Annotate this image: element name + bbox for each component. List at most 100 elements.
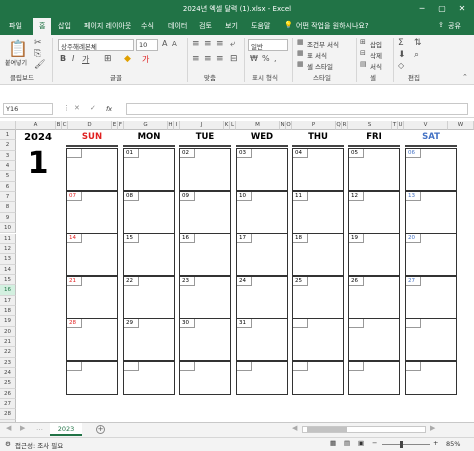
formula-input[interactable] (126, 103, 468, 115)
row-header[interactable]: 24 (0, 368, 16, 379)
conditional-format-button[interactable]: 조건부 서식 (307, 39, 339, 49)
column-header[interactable]: A (16, 121, 56, 130)
tab-review[interactable]: 검토 (199, 21, 212, 31)
number-format-select[interactable]: 일반 (248, 39, 288, 51)
row-header[interactable]: 16 (0, 285, 16, 296)
calendar-day-cell[interactable]: 21 (66, 275, 118, 319)
minimize-button[interactable]: ─ (412, 2, 432, 15)
row-header[interactable]: 3 (0, 150, 16, 162)
row-header[interactable]: 4 (0, 161, 16, 172)
find-select-icon[interactable]: ⌕ (414, 50, 419, 60)
calendar-day-cell[interactable] (405, 360, 457, 395)
calendar-day-cell[interactable] (66, 148, 118, 191)
row-header[interactable]: 23 (0, 357, 16, 369)
row-header[interactable]: 19 (0, 316, 16, 327)
paste-icon[interactable]: 📋 (8, 39, 28, 58)
calendar-day-cell[interactable]: 01 (123, 148, 175, 191)
fill-color-icon[interactable]: ◆ (124, 54, 131, 64)
share-button[interactable]: 공유 (448, 21, 461, 31)
column-header[interactable]: J (180, 121, 224, 130)
sheet-tab-2023[interactable]: 2023 (50, 423, 82, 436)
column-header[interactable]: M (236, 121, 280, 130)
fill-icon[interactable]: ⬇ (398, 50, 406, 60)
calendar-day-cell[interactable]: 22 (123, 275, 175, 319)
italic-icon[interactable]: I (72, 54, 74, 63)
percent-icon[interactable]: % (262, 54, 270, 63)
row-header[interactable]: 11 (0, 233, 16, 244)
calendar-day-cell[interactable]: 24 (236, 275, 288, 319)
bold-icon[interactable]: B (60, 54, 66, 63)
calendar-day-cell[interactable]: 27 (405, 275, 457, 319)
add-sheet-button[interactable]: + (96, 425, 105, 434)
row-header[interactable]: 1 (0, 130, 16, 141)
table-format-button[interactable]: 표 서식 (307, 50, 327, 60)
tell-me-search[interactable]: 어떤 작업을 원하시나요? (296, 21, 369, 31)
row-header[interactable]: 14 (0, 264, 16, 275)
row-header[interactable]: 26 (0, 388, 16, 400)
close-button[interactable]: ✕ (452, 2, 472, 15)
calendar-day-cell[interactable]: 12 (348, 190, 400, 234)
border-icon[interactable]: ⊞ (104, 54, 112, 64)
zoom-level[interactable]: 85% (446, 440, 460, 448)
tab-insert[interactable]: 삽입 (58, 21, 71, 31)
row-header[interactable]: 2 (0, 140, 16, 151)
calendar-day-cell[interactable]: 26 (348, 275, 400, 319)
row-header[interactable]: 22 (0, 347, 16, 358)
column-header[interactable]: V (404, 121, 448, 130)
calendar-day-cell[interactable]: 13 (405, 190, 457, 234)
insert-cells-button[interactable]: 삽입 (370, 39, 382, 49)
calendar-day-cell[interactable]: 14 (66, 233, 118, 276)
calendar-day-cell[interactable]: 16 (179, 233, 231, 276)
tab-page-layout[interactable]: 페이지 레이아웃 (84, 21, 131, 31)
row-header[interactable]: 5 (0, 171, 16, 182)
zoom-slider-thumb[interactable] (400, 441, 403, 448)
wrap-text-icon[interactable]: ⤶ (230, 39, 235, 49)
increase-font-icon[interactable]: A (162, 39, 167, 48)
row-header[interactable]: 10 (0, 223, 16, 234)
calendar-day-cell[interactable]: 10 (236, 190, 288, 234)
sort-filter-icon[interactable]: ⇅ (414, 38, 422, 48)
scroll-right-icon[interactable]: ▶ (430, 424, 435, 432)
calendar-day-cell[interactable] (348, 318, 400, 361)
column-header[interactable]: P (292, 121, 336, 130)
align-right-icon[interactable]: ≡ (216, 54, 224, 64)
clear-icon[interactable]: ◇ (398, 61, 404, 70)
cell-styles-button[interactable]: 셀 스타일 (307, 61, 333, 71)
calendar-day-cell[interactable]: 07 (66, 190, 118, 234)
row-header[interactable]: 21 (0, 337, 16, 348)
calendar-day-cell[interactable] (292, 360, 344, 395)
font-size-select[interactable]: 10 (136, 39, 158, 51)
column-header[interactable]: D (68, 121, 112, 130)
calendar-day-cell[interactable]: 23 (179, 275, 231, 319)
calendar-day-cell[interactable]: 31 (236, 318, 288, 361)
horizontal-scrollbar[interactable] (302, 426, 426, 433)
row-header[interactable]: 18 (0, 305, 16, 317)
align-top-icon[interactable]: ≡ (192, 39, 200, 49)
merge-icon[interactable]: ⊟ (230, 54, 238, 64)
calendar-day-cell[interactable] (405, 318, 457, 361)
comma-icon[interactable]: , (274, 54, 277, 63)
autosum-icon[interactable]: Σ (398, 38, 404, 48)
calendar-day-cell[interactable] (66, 360, 118, 395)
tab-home[interactable]: 홈 (33, 18, 52, 35)
calendar-day-cell[interactable] (123, 360, 175, 395)
name-box[interactable]: Y16 (3, 103, 53, 115)
decrease-font-icon[interactable]: A (172, 40, 177, 48)
row-header[interactable]: 12 (0, 243, 16, 255)
calendar-day-cell[interactable]: 02 (179, 148, 231, 191)
cancel-icon[interactable]: ✕ (74, 104, 80, 112)
align-bottom-icon[interactable]: ≡ (216, 39, 224, 49)
row-header[interactable]: 9 (0, 212, 16, 224)
align-left-icon[interactable]: ≡ (192, 54, 200, 64)
calendar-day-cell[interactable]: 09 (179, 190, 231, 234)
insert-function-button[interactable]: fx (106, 105, 112, 113)
page-break-view-icon[interactable]: ▣ (358, 439, 364, 447)
calendar-day-cell[interactable]: 08 (123, 190, 175, 234)
sheet-overflow-icon[interactable]: … (36, 424, 43, 432)
calendar-day-cell[interactable] (179, 360, 231, 395)
enter-icon[interactable]: ✓ (90, 104, 96, 112)
row-header[interactable]: 20 (0, 326, 16, 337)
next-sheet-icon[interactable]: ▶ (20, 424, 25, 432)
calendar-day-cell[interactable]: 06 (405, 148, 457, 191)
column-header[interactable]: W (448, 121, 474, 130)
